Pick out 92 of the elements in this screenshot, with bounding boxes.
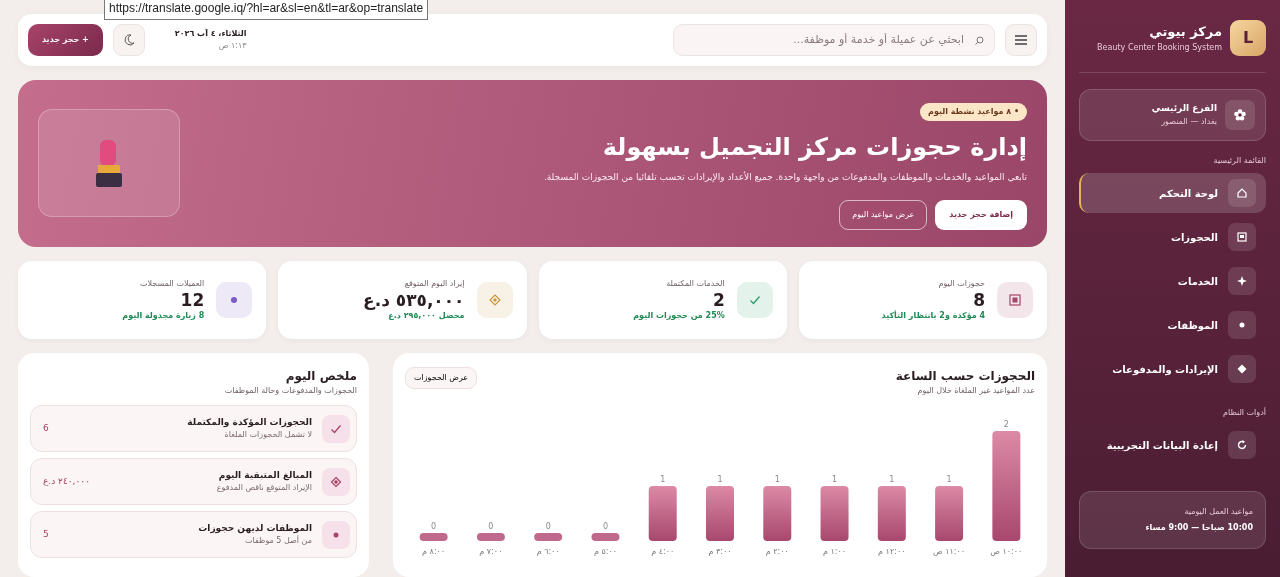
home-icon <box>1236 187 1248 199</box>
summary-item-title: الموظفات لديهن حجوزات <box>198 521 312 535</box>
stat-label: حجوزات اليوم <box>937 277 985 290</box>
sparkle-icon <box>1236 275 1248 287</box>
branch-location: بغداد — المنصور <box>1160 115 1217 128</box>
app-title: مركز بيوتي <box>1148 23 1222 42</box>
stat-note: 25% من حجوزات اليوم <box>632 310 725 323</box>
nav-item[interactable]: الإيرادات والمدفوعات <box>1079 349 1266 389</box>
bar <box>820 486 849 541</box>
summary-item-title: الحجوزات المؤكدة والمكتملة <box>187 415 312 430</box>
chart-title: الحجوزات حسب الساعة <box>895 368 1035 385</box>
section-heading: القائمة الرئيسية <box>1212 155 1266 167</box>
axis-label: ٧:٠٠ م <box>479 547 503 556</box>
nav-item[interactable]: إعادة البيانات التجريبية <box>1079 425 1266 465</box>
logo-badge: L <box>1230 20 1266 56</box>
bar-value-label: 1 <box>717 475 723 484</box>
bar <box>706 486 734 541</box>
bar <box>648 486 677 541</box>
nav-item[interactable]: الحجوزات <box>1079 217 1266 257</box>
app-subtitle: Beauty Center Booking System <box>1097 41 1222 54</box>
nav-item[interactable]: لوحة التحكم <box>1079 173 1266 213</box>
branch-name: الفرع الرئيسي <box>1151 102 1217 116</box>
menu-button[interactable] <box>1005 23 1037 56</box>
axis-label: ٨:٠٠ م <box>422 547 446 556</box>
hero-description: تابعي المواعيد والخدمات والموظفات والمدفوعات من واجهة واحدة. جميع الأعداد والإيرادات تحسب تلقائيا من الحجوزات المسجلة. <box>543 170 1027 184</box>
diamond-icon <box>488 294 501 306</box>
stat-value: ٥٣٥,٠٠٠ د.ع <box>362 289 465 311</box>
new-booking-button[interactable]: + حجز جديد <box>28 23 103 56</box>
bar-value-label: 0 <box>545 522 551 531</box>
bar <box>877 486 906 541</box>
nav-item[interactable]: الموظفات <box>1079 305 1266 345</box>
menu-icon <box>1015 34 1027 45</box>
stat-note: 4 مؤكدة و2 بانتظار التأكيد <box>880 310 985 323</box>
summary-item-note: الإيراد المتوقع ناقص المدفوع <box>216 482 312 495</box>
bar-value-label: 1 <box>946 475 952 484</box>
theme-toggle-button[interactable] <box>112 23 145 56</box>
moon-icon <box>122 33 135 46</box>
view-bookings-button[interactable]: عرض الحجوزات <box>405 367 478 389</box>
axis-label: ٤:٠٠ م <box>651 547 675 556</box>
summary-item-title: المبالغ المتبقية اليوم <box>217 468 312 483</box>
axis-label: ٦:٠٠ م <box>536 547 560 556</box>
bar-value-label: 0 <box>431 522 437 531</box>
summary-title: ملخص اليوم <box>284 368 357 385</box>
today-appointments-button[interactable]: عرض مواعيد اليوم <box>839 200 928 231</box>
diamond-icon <box>1236 363 1248 375</box>
summary-subtitle: الحجوزات والمدفوعات وحالة الموظفات <box>223 385 357 397</box>
bar-value-label: 1 <box>774 475 780 484</box>
check-icon <box>330 422 342 435</box>
stat-label: العميلات المسجلات <box>138 277 205 290</box>
bar-value-label: 1 <box>889 475 895 484</box>
diamond-icon <box>330 475 342 488</box>
axis-label: ٥:٠٠ م <box>593 547 617 556</box>
bar-value-label: 2 <box>1003 420 1009 429</box>
branch-card[interactable]: الفرع الرئيسي بغداد — المنصور <box>1079 89 1266 141</box>
summary-item-value: ٢٤٠,٠٠٠ د.ع <box>43 474 90 488</box>
stat-value: 2 <box>711 289 725 311</box>
stat-label: إيراد اليوم المتوقع <box>403 277 465 290</box>
bar-value-label: 1 <box>660 475 666 484</box>
axis-label: ١٢:٠٠ م <box>878 547 906 556</box>
stat-note: 8 زيارة مجدولة اليوم <box>121 310 205 323</box>
flower-icon <box>1234 109 1246 121</box>
chart-subtitle: عدد المواعيد غير الملغاة خلال اليوم <box>916 385 1035 397</box>
bar-value-label: 1 <box>832 475 838 484</box>
axis-label: ٢:٠٠ م <box>765 547 789 556</box>
link-tooltip: https://translate.google.iq/?hl=ar&sl=en&tl=ar&op=translate <box>104 0 429 20</box>
stat-note: محصل ٢٩٥,٠٠٠ د.ع <box>387 310 465 323</box>
bar <box>763 486 792 541</box>
summary-item-value: 6 <box>43 421 49 435</box>
check-icon <box>748 294 761 306</box>
active-appointments-badge: • ٨ مواعيد نشطة اليوم <box>920 102 1027 121</box>
summary-item-note: من أصل 5 موظفات <box>244 535 312 548</box>
hours-value: 10:00 صباحا — 9:00 مساء <box>1144 522 1253 534</box>
axis-label: ١١:٠٠ ص <box>933 547 966 556</box>
hours-label: مواعيد العمل اليومية <box>1183 506 1253 518</box>
bar-value-label: 0 <box>488 522 494 531</box>
time-text: ١:١٣ ص <box>217 39 247 52</box>
summary-item-note: لا تشمل الحجوزات الملغاة <box>223 429 312 442</box>
axis-label: ١:٠٠ م <box>823 547 847 556</box>
bar-value-label: 0 <box>602 522 608 531</box>
stat-value: 12 <box>179 289 205 311</box>
axis-label: ٣:٠٠ م <box>708 547 732 556</box>
nav-item[interactable]: الخدمات <box>1079 261 1266 301</box>
stat-label: الخدمات المكتملة <box>665 277 725 290</box>
bar <box>935 486 964 541</box>
date-text: الثلاثاء، ٤ آب ٢٠٢٦ <box>174 27 247 40</box>
axis-label: ١٠:٠٠ ص <box>990 547 1023 556</box>
hero-title: إدارة حجوزات مركز التجميل بسهولة <box>601 131 1027 163</box>
section-heading: أدوات النظام <box>1222 407 1266 419</box>
refresh-icon <box>1236 439 1248 451</box>
stat-value: 8 <box>972 289 985 311</box>
add-booking-button[interactable]: إضافة حجز جديد <box>935 200 1027 231</box>
summary-item-value: 5 <box>43 527 49 541</box>
